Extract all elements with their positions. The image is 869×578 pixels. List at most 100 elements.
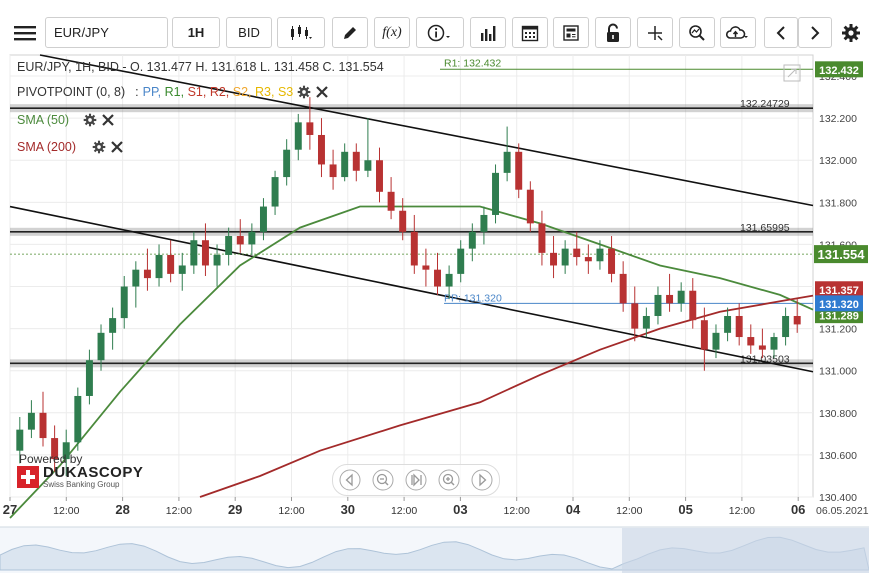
- y-tick-label: 131.800: [819, 197, 857, 209]
- last-date-label: 06.05.2021: [816, 505, 869, 517]
- cloud-upload-icon: [725, 25, 748, 39]
- candles-icon: [291, 24, 312, 40]
- candle-body: [213, 254, 221, 266]
- price-type-button[interactable]: BID: [226, 17, 272, 48]
- symbol-input[interactable]: EUR/JPY: [45, 17, 168, 48]
- candle-body: [132, 269, 140, 287]
- cloud-upload-button[interactable]: [720, 17, 756, 48]
- info-button[interactable]: [416, 17, 464, 48]
- sr-line-label: 131.03503: [740, 353, 790, 365]
- y-tick-label: 132.200: [819, 113, 857, 125]
- chevron-left-icon: [776, 25, 785, 40]
- candle-body: [16, 429, 24, 451]
- sma50-row: SMA (50): [17, 113, 115, 127]
- zoom-out-icon[interactable]: [372, 469, 394, 491]
- close-icon[interactable]: [101, 113, 115, 127]
- calendar-icon: [521, 25, 539, 41]
- candle-body: [666, 294, 674, 304]
- candle-body: [74, 395, 82, 443]
- x-tick-label: 05: [678, 502, 692, 517]
- candle-body: [167, 254, 175, 274]
- x-tick-label: 03: [453, 502, 467, 517]
- candle-body: [515, 151, 523, 190]
- candle-body: [387, 191, 395, 211]
- candle-body: [85, 360, 93, 396]
- back-icon[interactable]: [339, 469, 361, 491]
- crosshair-button[interactable]: [637, 17, 673, 48]
- candle-body: [782, 315, 790, 338]
- gear-icon[interactable]: [297, 85, 311, 99]
- x-tick-label: 04: [566, 502, 581, 517]
- trend-line-upper: [39, 54, 814, 207]
- news-icon: [563, 24, 579, 41]
- zoom-in-icon[interactable]: [438, 469, 460, 491]
- close-icon[interactable]: [315, 85, 329, 99]
- settings-button[interactable]: [836, 17, 866, 48]
- hamburger-icon: [14, 25, 36, 40]
- pivot-legend-item: R3,: [255, 85, 278, 99]
- candle-body: [654, 294, 662, 316]
- chart-type-button[interactable]: [277, 17, 325, 48]
- x-tick-label: 30: [341, 502, 355, 517]
- sma200-badge: 131.357: [819, 285, 859, 297]
- candle-body: [631, 303, 639, 329]
- calendar-button[interactable]: [512, 17, 548, 48]
- draw-button[interactable]: [332, 17, 368, 48]
- pivot-legend-item: PP,: [142, 85, 165, 99]
- news-button[interactable]: [553, 17, 589, 48]
- zoom-button[interactable]: [679, 17, 715, 48]
- candle-body: [747, 337, 755, 346]
- candle-body: [155, 254, 163, 279]
- chart-area[interactable]: 132.400132.200132.000131.800131.600131.4…: [0, 50, 869, 573]
- candle-body: [294, 122, 302, 150]
- candle-body: [410, 231, 418, 266]
- gear-icon[interactable]: [83, 113, 97, 127]
- sma50-badge: 131.289: [819, 311, 859, 323]
- candle-body: [329, 164, 337, 178]
- pivot-indicator-name: PIVOTPOINT (0, 8): [17, 85, 126, 99]
- scroll-left-button[interactable]: [764, 17, 798, 48]
- candle-body: [492, 172, 500, 215]
- bar-chart-icon: [481, 25, 496, 41]
- candle-body: [271, 177, 279, 207]
- indicators-button[interactable]: f(x): [374, 17, 410, 48]
- candle-body: [422, 265, 430, 270]
- brand-tagline: Swiss Banking Group: [43, 480, 120, 489]
- candle-body: [700, 320, 708, 350]
- sma50-label: SMA (50): [17, 113, 70, 127]
- candle-body: [376, 160, 383, 192]
- sr-line-label: 132.24729: [740, 98, 790, 110]
- lock-button[interactable]: [595, 17, 631, 48]
- x-tick-label: 12:00: [504, 505, 530, 517]
- volume-button[interactable]: [470, 17, 506, 48]
- gear-icon[interactable]: [92, 140, 106, 154]
- candle-body: [642, 315, 650, 329]
- candle-body: [109, 318, 117, 333]
- last-price-badge: 131.554: [818, 247, 866, 262]
- candle-body: [143, 269, 151, 279]
- candle-body: [434, 269, 441, 287]
- candle-body: [201, 240, 209, 266]
- candle-body: [97, 332, 105, 361]
- candle-body: [399, 210, 407, 232]
- pencil-icon: [344, 26, 356, 39]
- candle-body: [236, 236, 244, 245]
- unlock-icon: [607, 23, 619, 42]
- chevron-right-icon: [811, 25, 820, 40]
- pivot-legend-item: S1,: [187, 85, 210, 99]
- candle-body: [445, 273, 453, 287]
- scroll-right-button[interactable]: [798, 17, 832, 48]
- timeframe-button[interactable]: 1H: [172, 17, 220, 48]
- menu-button[interactable]: [9, 17, 41, 48]
- candle-body: [503, 151, 511, 173]
- forward-icon[interactable]: [471, 469, 493, 491]
- candle-body: [259, 206, 267, 232]
- info-icon: [427, 24, 450, 41]
- candle-body: [248, 231, 256, 245]
- close-icon[interactable]: [110, 140, 124, 154]
- reset-zoom-icon[interactable]: [405, 469, 427, 491]
- candle-body: [735, 315, 743, 338]
- candle-body: [596, 248, 604, 262]
- candle-body: [457, 248, 465, 274]
- candle-body: [39, 412, 47, 439]
